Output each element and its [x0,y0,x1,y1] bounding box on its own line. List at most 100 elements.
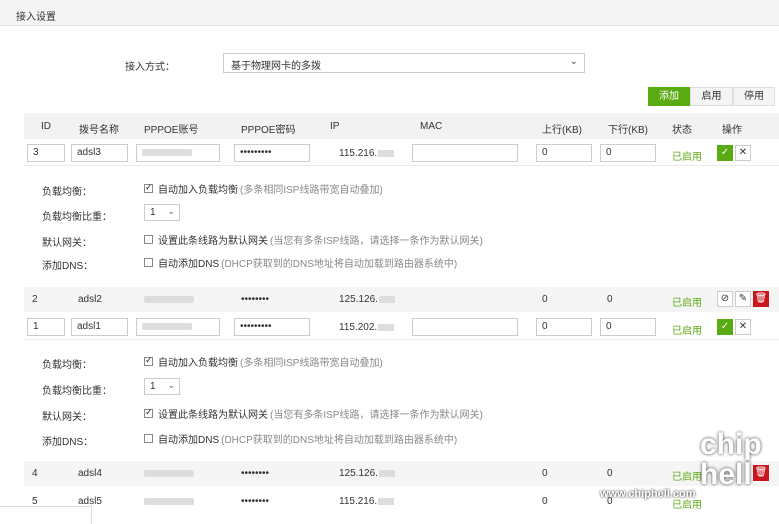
confirm-icon[interactable]: ✓ [717,319,733,335]
down-input[interactable]: 0 [600,144,656,162]
access-mode-label: 接入方式： [125,62,175,73]
lb-option[interactable]: 自动加入负载均衡(多条相同ISP线路带宽自动叠加) [144,354,383,369]
lb-label: 负载均衡： [42,187,92,198]
checkbox-icon[interactable] [144,235,153,244]
confirm-icon[interactable]: ✓ [717,145,733,161]
lb-label: 负载均衡： [42,360,92,371]
disable-icon[interactable]: ⊘ [717,291,733,307]
password-input[interactable]: ••••••••• [234,144,310,162]
col-id: ID [41,121,51,132]
checkbox-checked-icon[interactable] [144,407,153,418]
mac-input[interactable] [412,318,518,336]
dns-option[interactable]: 自动添加DNS (DHCP获取到的DNS地址将自动加载到路由器系统中) [144,255,457,270]
col-name: 拨号名称 [79,125,119,136]
down-value: 0 [607,468,613,479]
password-input[interactable]: ••••••••• [234,318,310,336]
account-value [144,496,194,507]
account-value [144,294,194,305]
disable-button[interactable]: 停用 [733,87,775,106]
up-input[interactable]: 0 [536,318,592,336]
enable-button[interactable]: 启用 [690,87,733,106]
checkbox-icon[interactable] [144,434,153,443]
ratio-select[interactable]: 1 ⌄ [144,378,180,395]
down-value: 0 [607,294,613,305]
id-value: 4 [32,468,38,479]
access-mode-select[interactable]: 基于物理网卡的多拨 ⌄ [223,53,585,73]
checkbox-checked-icon[interactable] [144,355,153,366]
gw-label: 默认网关： [42,412,92,423]
table-row: 2 adsl2 •••••••• 125.126. 0 0 已启用 ⊘ ✎ 🗑 [24,287,779,312]
chiphell-logo: chip hell [700,428,762,491]
password-value: •••••••• [241,468,270,479]
account-input[interactable] [136,144,220,162]
ip-value: 115.202. [339,322,395,333]
gw-label: 默认网关： [42,238,92,249]
ip-value: 115.216. [339,148,395,159]
table-row: 3 adsl3 ••••••••• 115.216. 0 0 已启用 ✓ ✕ [24,140,779,166]
table-row: 4 adsl4 •••••••• 125.126. 0 0 已启用 🗑 [24,461,779,486]
checkbox-checked-icon[interactable] [144,182,153,193]
lb-option[interactable]: 自动加入负载均衡(多条相同ISP线路带宽自动叠加) [144,181,383,196]
account-value [144,468,194,479]
col-ip: IP [330,121,340,132]
masked-account [142,322,192,330]
up-value: 0 [542,496,548,507]
delete-icon[interactable]: 🗑 [753,291,769,307]
up-value: 0 [542,294,548,305]
gw-option[interactable]: 设置此条线路为默认网关(当您有多条ISP线路，请选择一条作为默认网关) [144,232,483,247]
name-value: adsl4 [78,468,102,479]
up-input[interactable]: 0 [536,144,592,162]
dns-label: 添加DNS： [42,437,94,448]
row-detail-panel: 负载均衡： 自动加入负载均衡(多条相同ISP线路带宽自动叠加) 负载均衡比重： … [24,167,779,282]
col-down: 下行(KB) [608,125,648,136]
chevron-down-icon: ⌄ [167,380,175,390]
ip-value: 115.216. [339,496,395,507]
status-badge: 已启用 [672,152,702,163]
name-value: adsl2 [78,294,102,305]
account-input[interactable] [136,318,220,336]
close-icon[interactable]: ✕ [735,145,751,161]
password-value: •••••••• [241,294,270,305]
action-buttons: 添加 启用 停用 [648,87,775,106]
watermark-text: www.chiphell.com [600,488,696,500]
col-op: 操作 [722,125,742,136]
status-badge: 已启用 [672,298,702,309]
table-row: 1 adsl1 ••••••••• 115.202. 0 0 已启用 ✓ ✕ [24,314,779,340]
checkbox-icon[interactable] [144,258,153,267]
ip-value: 125.126. [339,468,395,479]
dns-label: 添加DNS： [42,261,94,272]
chevron-down-icon: ⌄ [569,56,578,67]
name-input[interactable]: adsl3 [71,144,128,162]
add-button[interactable]: 添加 [648,87,690,106]
chevron-down-icon: ⌄ [167,206,175,216]
id-input[interactable]: 1 [27,318,65,336]
status-badge: 已启用 [672,472,702,483]
table-header: ID 拨号名称 PPPOE账号 PPPOE密码 IP MAC 上行(KB) 下行… [24,113,779,139]
password-value: •••••••• [241,496,270,507]
ratio-label: 负载均衡比重： [42,386,112,397]
col-status: 状态 [672,125,692,136]
edit-icon[interactable]: ✎ [735,291,751,307]
col-up: 上行(KB) [542,125,582,136]
section-title: 接入设置 [16,12,56,23]
col-account: PPPOE账号 [144,125,199,136]
close-icon[interactable]: ✕ [735,319,751,335]
mac-input[interactable] [412,144,518,162]
dns-option[interactable]: 自动添加DNS (DHCP获取到的DNS地址将自动加载到路由器系统中) [144,431,457,446]
row-detail-panel: 负载均衡： 自动加入负载均衡(多条相同ISP线路带宽自动叠加) 负载均衡比重： … [24,342,779,457]
ratio-select[interactable]: 1 ⌄ [144,204,180,221]
footer-tab [0,506,92,524]
section-header: 接入设置 [0,0,779,26]
ip-value: 125.126. [339,294,395,305]
col-password: PPPOE密码 [241,125,296,136]
access-mode-value: 基于物理网卡的多拨 [231,61,321,72]
name-input[interactable]: adsl1 [71,318,128,336]
id-value: 2 [32,294,38,305]
ratio-label: 负载均衡比重： [42,212,112,223]
masked-account [142,148,192,156]
down-input[interactable]: 0 [600,318,656,336]
id-input[interactable]: 3 [27,144,65,162]
col-mac: MAC [420,121,443,132]
status-badge: 已启用 [672,326,702,337]
gw-option[interactable]: 设置此条线路为默认网关(当您有多条ISP线路，请选择一条作为默认网关) [144,406,483,421]
